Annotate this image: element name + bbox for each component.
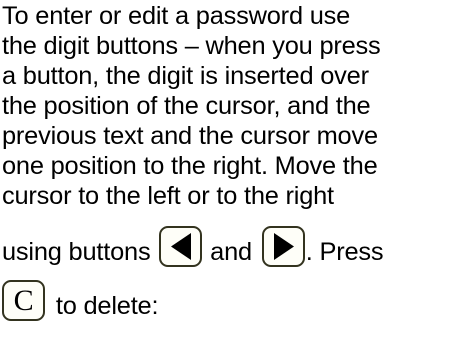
text-segment: . Press xyxy=(305,238,384,266)
text-segment: and xyxy=(203,238,259,266)
text-line: previous text and the cursor move xyxy=(2,122,378,150)
text-line: a button, the digit is inserted over xyxy=(2,62,369,90)
text-line: the position of the cursor, and the xyxy=(2,92,371,120)
left-arrow-button xyxy=(159,226,203,267)
triangle-left-icon xyxy=(171,233,192,260)
text-segment: to delete: xyxy=(49,292,159,320)
text-segment: using buttons xyxy=(2,238,158,266)
right-arrow-button xyxy=(261,226,305,267)
text-line-with-buttons: C to delete: xyxy=(2,280,159,321)
text-line: one position to the right. Move the xyxy=(2,152,378,180)
instruction-paragraph: To enter or edit a password use the digi… xyxy=(0,0,453,338)
text-line: the digit buttons – when you press xyxy=(2,32,381,60)
text-line-with-buttons: using buttons and . Press xyxy=(2,226,384,267)
clear-button: C xyxy=(2,280,45,321)
text-line: To enter or edit a password use xyxy=(2,2,351,30)
triangle-right-icon xyxy=(273,233,294,260)
text-line: cursor to the left or to the right xyxy=(2,182,334,210)
